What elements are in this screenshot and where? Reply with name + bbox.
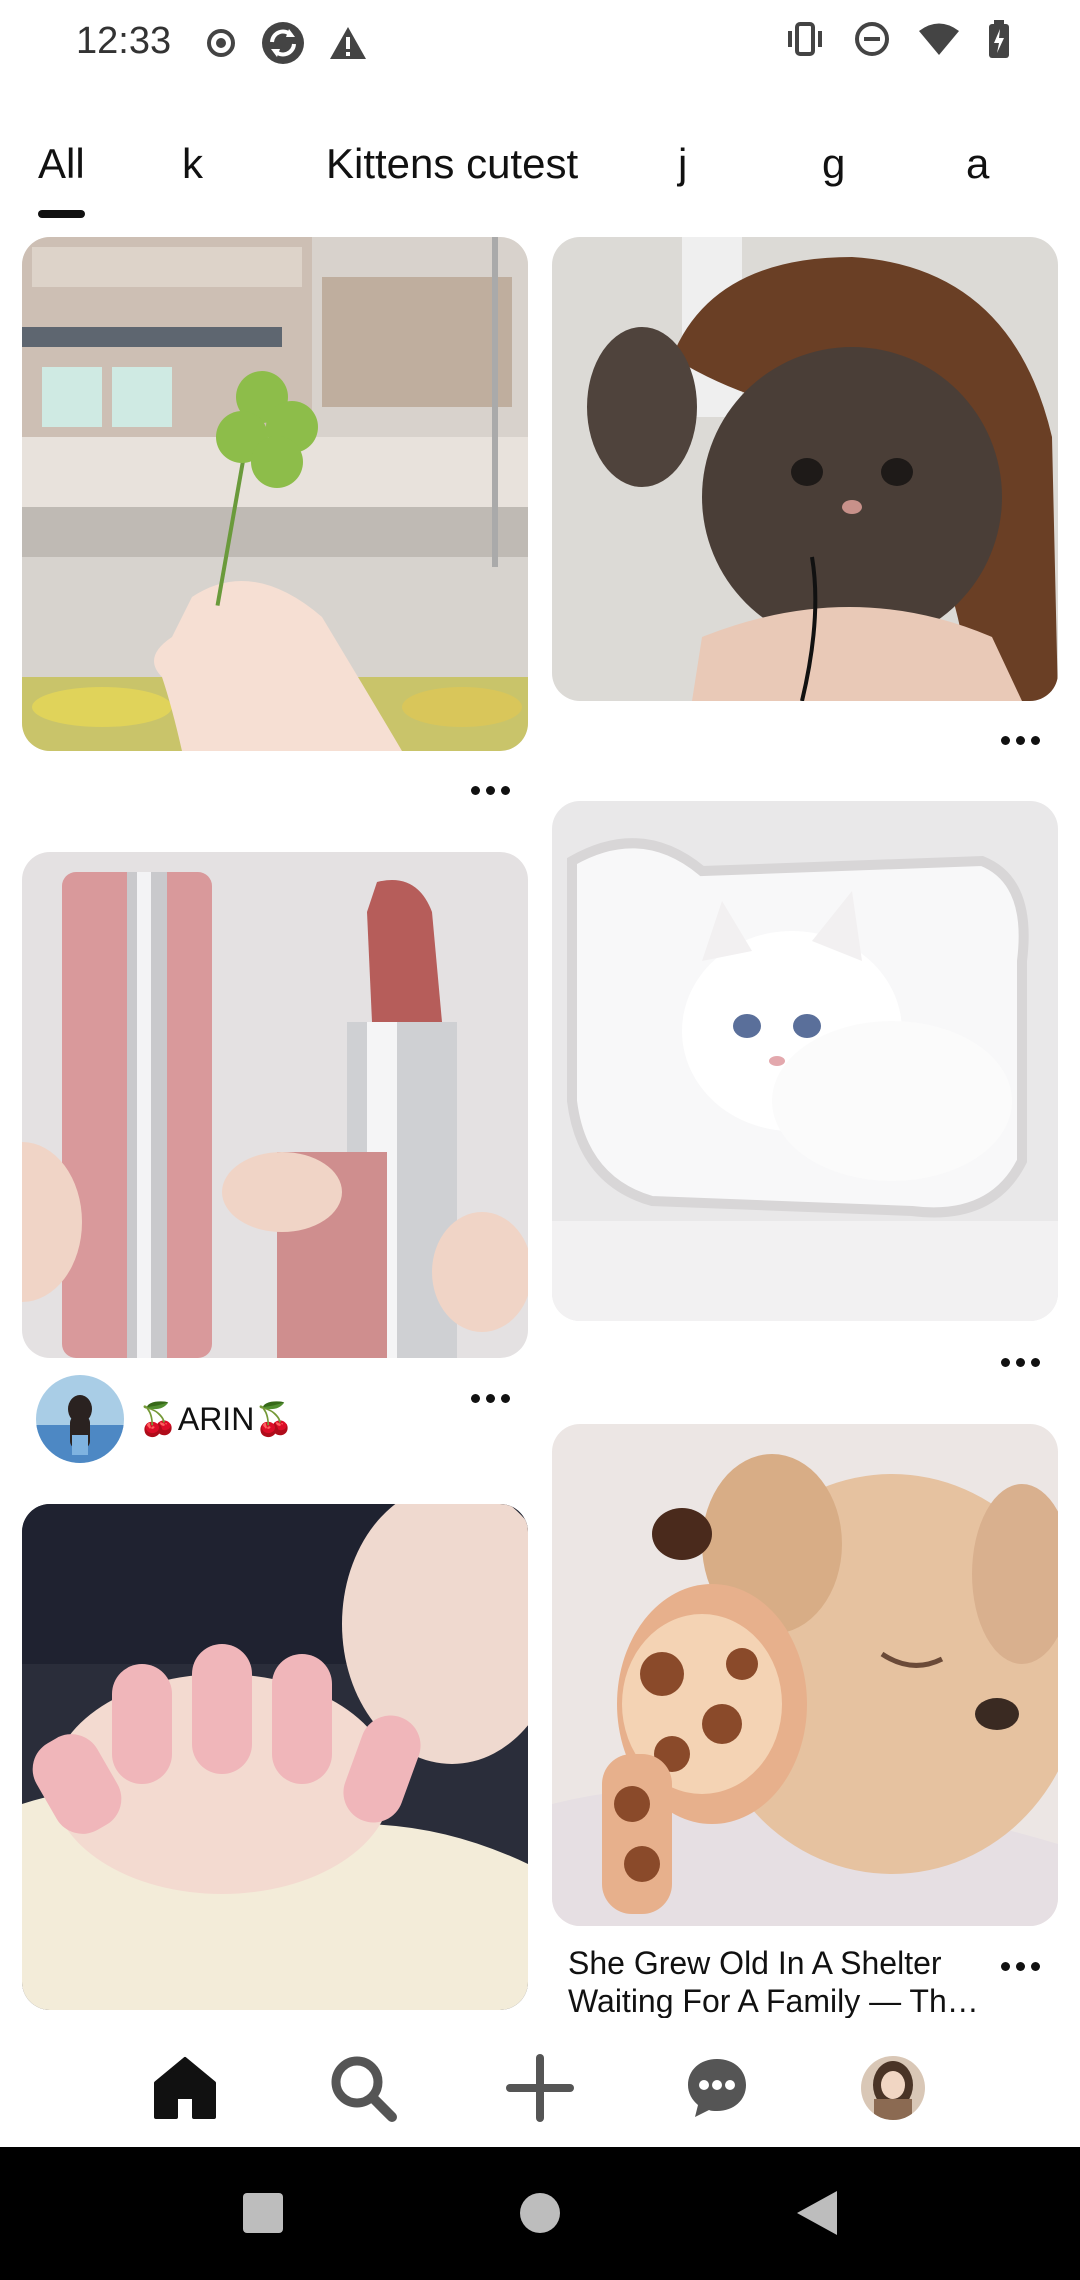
tab-kittens-cutest[interactable]: Kittens cutest <box>326 140 578 188</box>
pinterest-home-screen: 12:33 All k Kittens cutest j g a 🍒ARIN🍒 … <box>0 0 1080 2280</box>
tab-g[interactable]: g <box>822 140 845 188</box>
system-recents-button[interactable] <box>233 2183 293 2243</box>
status-time: 12:33 <box>76 20 172 62</box>
lipstick-image <box>22 852 528 1358</box>
search-icon <box>331 2056 397 2122</box>
nav-search[interactable] <box>323 2048 403 2128</box>
status-icons-right <box>784 20 1010 58</box>
nails-image <box>22 1504 528 2010</box>
do-not-disturb-icon <box>855 22 889 56</box>
nav-profile[interactable] <box>853 2048 933 2128</box>
battery-charging-icon <box>989 20 1009 58</box>
wifi-icon <box>919 23 959 55</box>
pin-puppy-title[interactable]: She Grew Old In A Shelter Waiting For A … <box>568 1944 998 2018</box>
system-home-icon <box>520 2193 560 2233</box>
back-icon <box>797 2191 837 2235</box>
vibrate-icon <box>788 22 822 56</box>
system-navigation-bar <box>0 2147 1080 2280</box>
tab-a[interactable]: a <box>966 140 989 188</box>
pin-creator[interactable]: 🍒ARIN🍒 <box>36 1375 294 1463</box>
home-icon <box>154 2057 216 2119</box>
creator-avatar[interactable] <box>36 1375 124 1463</box>
system-back-button[interactable] <box>787 2183 847 2243</box>
nav-create[interactable] <box>500 2048 580 2128</box>
pin-kitten-hood-more-button[interactable] <box>990 720 1050 760</box>
tab-k[interactable]: k <box>182 140 203 188</box>
kitten-hood-image <box>552 237 1058 701</box>
system-home-button[interactable] <box>510 2183 570 2243</box>
pin-lipstick-more-button[interactable] <box>460 1378 520 1418</box>
white-cat-image <box>552 801 1058 1321</box>
board-filter-tabs: All k Kittens cutest j g a <box>0 140 1080 220</box>
tab-j[interactable]: j <box>678 140 687 188</box>
status-bar: 12:33 <box>0 0 1080 90</box>
warning-icon <box>330 27 366 59</box>
pin-white-cat-more-button[interactable] <box>990 1342 1050 1382</box>
bottom-navigation <box>0 2020 1080 2147</box>
record-icon <box>207 29 235 57</box>
pin-clover-more-button[interactable] <box>460 770 520 810</box>
pin-nails[interactable] <box>22 1504 528 2010</box>
pin-puppy-more-button[interactable] <box>990 1946 1050 1986</box>
messages-icon <box>688 2059 746 2117</box>
clover-illustration-image <box>22 237 528 751</box>
pin-clover-illustration[interactable] <box>22 237 528 751</box>
creator-avatar-image <box>36 1375 124 1463</box>
creator-name[interactable]: 🍒ARIN🍒 <box>138 1400 294 1438</box>
tab-all[interactable]: All <box>38 140 85 218</box>
recents-icon <box>243 2193 283 2233</box>
pin-puppy[interactable] <box>552 1424 1058 1926</box>
pin-white-cat[interactable] <box>552 801 1058 1321</box>
pin-lipstick[interactable] <box>22 852 528 1358</box>
pin-kitten-hood[interactable] <box>552 237 1058 701</box>
puppy-image <box>552 1424 1058 1926</box>
profile-avatar <box>861 2056 925 2120</box>
nav-home[interactable] <box>145 2048 225 2128</box>
sync-icon <box>262 22 304 64</box>
plus-icon <box>506 2054 574 2122</box>
status-icons-left <box>204 20 368 66</box>
nav-messages[interactable] <box>677 2048 757 2128</box>
